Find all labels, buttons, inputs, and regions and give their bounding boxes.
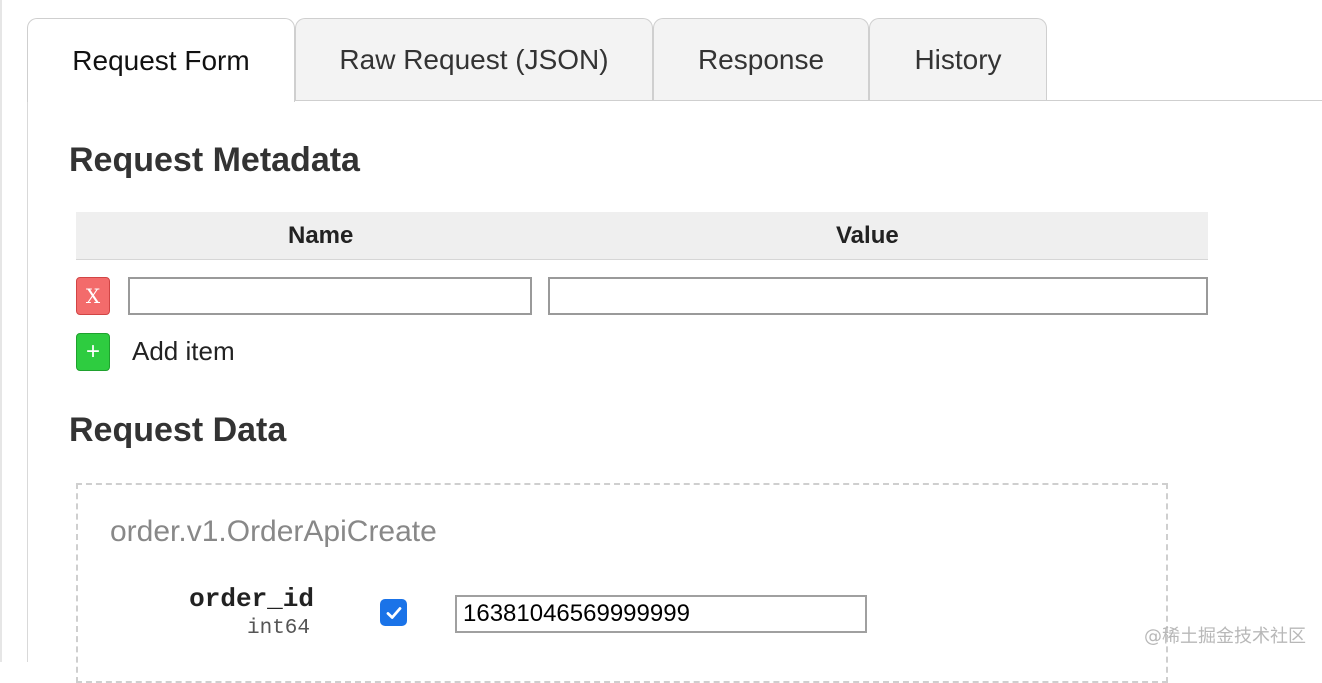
- watermark: @稀土掘金技术社区: [1144, 626, 1306, 647]
- request-data-heading: Request Data: [69, 411, 287, 449]
- metadata-name-input[interactable]: [128, 277, 532, 315]
- column-header-name: Name: [288, 222, 354, 249]
- panel-border: [27, 100, 28, 662]
- tab-history[interactable]: History: [869, 18, 1047, 100]
- request-data-box: [76, 483, 1168, 683]
- tab-response[interactable]: Response: [653, 18, 869, 100]
- add-item-button[interactable]: +: [76, 333, 110, 371]
- checkmark-icon: [386, 606, 401, 619]
- window-edge: [0, 0, 2, 662]
- tab-request-form[interactable]: Request Form: [27, 18, 295, 102]
- column-header-value: Value: [836, 222, 899, 249]
- tab-divider: [294, 100, 1322, 101]
- field-enabled-checkbox[interactable]: [380, 599, 407, 626]
- request-metadata-heading: Request Metadata: [69, 141, 360, 179]
- metadata-value-input[interactable]: [548, 277, 1208, 315]
- add-item-label[interactable]: Add item: [132, 336, 235, 367]
- tab-raw-request[interactable]: Raw Request (JSON): [295, 18, 653, 100]
- field-type: int64: [246, 617, 310, 640]
- metadata-table-header: Name Value: [76, 212, 1208, 260]
- delete-row-button[interactable]: X: [76, 277, 110, 315]
- order-id-input[interactable]: [455, 595, 867, 633]
- metadata-row: X: [76, 276, 1208, 316]
- message-type-label: order.v1.OrderApiCreate: [110, 515, 437, 548]
- field-name: order_id: [189, 584, 314, 614]
